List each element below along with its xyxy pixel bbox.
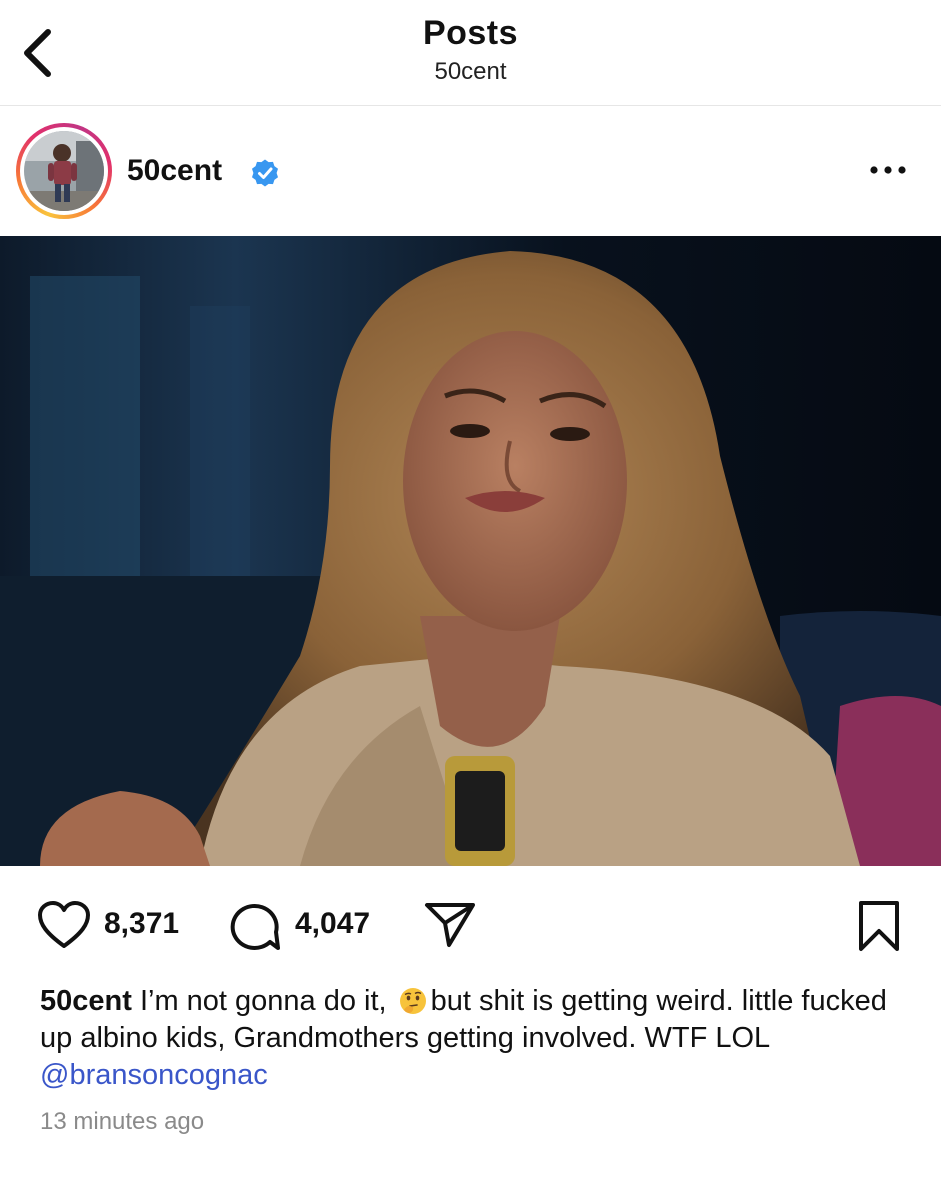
page-subtitle-username: 50cent bbox=[434, 58, 507, 85]
like-heart-icon[interactable] bbox=[36, 900, 92, 950]
post-timestamp: 13 minutes ago bbox=[40, 1108, 205, 1135]
comment-bubble-icon[interactable] bbox=[226, 900, 282, 952]
more-options-icon[interactable] bbox=[866, 150, 910, 190]
post-header: 50cent bbox=[0, 106, 941, 236]
comments-count[interactable]: 4,047 bbox=[295, 907, 370, 941]
top-nav-bar: Posts 50cent bbox=[0, 0, 941, 106]
post-caption: 50cent I’m not gonna do it, but shit is … bbox=[40, 983, 920, 1094]
caption-username[interactable]: 50cent bbox=[40, 985, 132, 1017]
share-send-icon[interactable] bbox=[423, 901, 477, 949]
avatar[interactable] bbox=[24, 131, 104, 211]
verified-badge-icon bbox=[252, 159, 278, 187]
likes-count[interactable]: 8,371 bbox=[104, 907, 179, 941]
post-action-bar: 8,371 4,047 bbox=[0, 866, 941, 976]
story-ring[interactable] bbox=[16, 123, 112, 219]
save-bookmark-icon[interactable] bbox=[856, 900, 902, 952]
post-image[interactable] bbox=[0, 236, 941, 866]
caption-text-part-1: I’m not gonna do it, bbox=[139, 985, 395, 1017]
page-title: Posts bbox=[422, 14, 519, 52]
post-author-username[interactable]: 50cent bbox=[127, 154, 222, 188]
caption-mention-link[interactable]: @bransoncognac bbox=[40, 1059, 268, 1091]
thinking-face-emoji-icon bbox=[399, 988, 426, 1014]
